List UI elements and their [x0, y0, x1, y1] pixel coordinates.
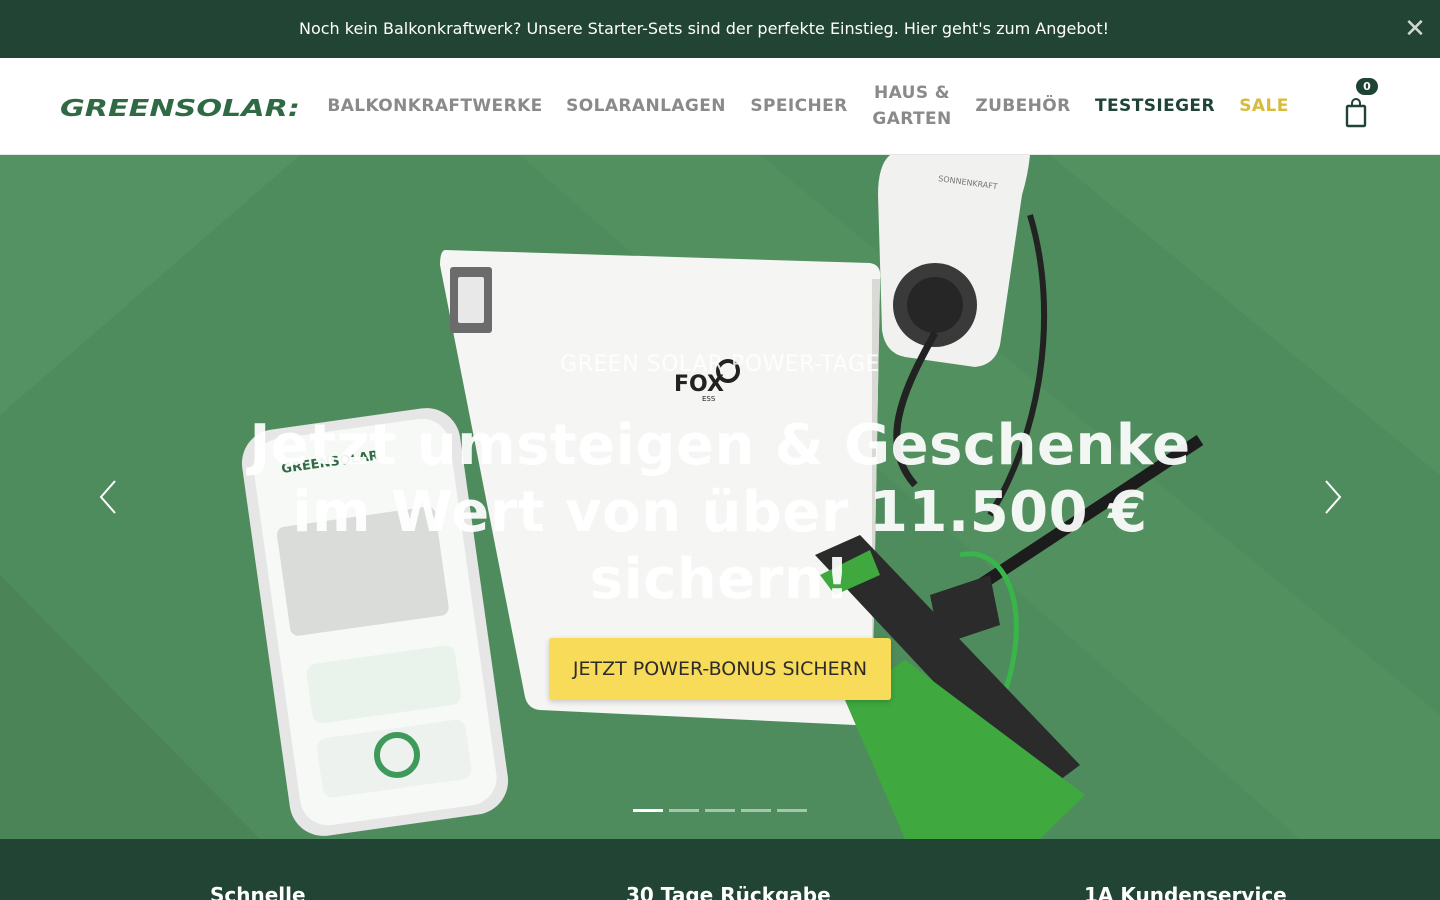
slider-pagination — [633, 809, 813, 813]
announcement-link[interactable]: Noch kein Balkonkraftwerk? Unsere Starte… — [0, 0, 1408, 58]
nav-item-speicher[interactable]: SPEICHER — [749, 58, 849, 154]
hero-title: Jetzt umsteigen & Geschenke im Wert von … — [249, 413, 1191, 612]
chevron-right-icon[interactable] — [1318, 477, 1348, 517]
announcement-bar: Noch kein Balkonkraftwerk? Unsere Starte… — [0, 0, 1440, 58]
shopping-bag-icon — [1345, 98, 1367, 128]
nav-item-haus-garten[interactable]: HAUS & GARTEN — [866, 58, 958, 154]
slider-dot-3[interactable] — [705, 809, 735, 812]
battery-sub-text: ESS — [702, 395, 716, 403]
hero-slider: SONNENKRAFT FOX ESS GREENSOLAR GREEN SOL… — [0, 155, 1440, 839]
power-bonus-cta-button[interactable]: JETZT POWER-BONUS SICHERN — [549, 638, 891, 700]
nav-item-zubehoer[interactable]: ZUBEHÖR — [974, 58, 1072, 154]
nav-item-testsieger[interactable]: TESTSIEGER — [1093, 58, 1217, 154]
nav-item-solaranlagen[interactable]: SOLARANLAGEN — [565, 58, 727, 154]
nav-item-sale[interactable]: SALE — [1237, 58, 1291, 154]
slider-dot-4[interactable] — [741, 809, 771, 812]
slider-dot-5[interactable] — [777, 809, 807, 812]
feature-shipping: Schnelle — [210, 883, 306, 900]
cart-button[interactable]: 0 — [1342, 78, 1382, 134]
logo-text: GREENSOLAR: — [60, 96, 300, 120]
site-header: GREENSOLAR: BALKONKRAFTWERKE SOLARANLAGE… — [0, 58, 1440, 155]
close-icon[interactable]: ✕ — [1400, 14, 1430, 44]
slider-dot-1[interactable] — [633, 809, 663, 812]
feature-customer-service: 1A Kundenservice — [1084, 883, 1287, 900]
greensolar-logo[interactable]: GREENSOLAR: — [60, 94, 302, 120]
chevron-left-icon[interactable] — [95, 477, 125, 517]
nav-item-balkonkraftwerke[interactable]: BALKONKRAFTWERKE — [326, 58, 544, 154]
slider-dot-2[interactable] — [669, 809, 699, 812]
cart-count-badge: 0 — [1356, 78, 1378, 95]
hero-eyebrow: GREEN SOLAR POWER-TAGE — [560, 352, 880, 377]
features-strip: Schnelle 30 Tage Rückgabe 1A Kundenservi… — [0, 839, 1440, 900]
feature-returns: 30 Tage Rückgabe — [626, 883, 831, 900]
